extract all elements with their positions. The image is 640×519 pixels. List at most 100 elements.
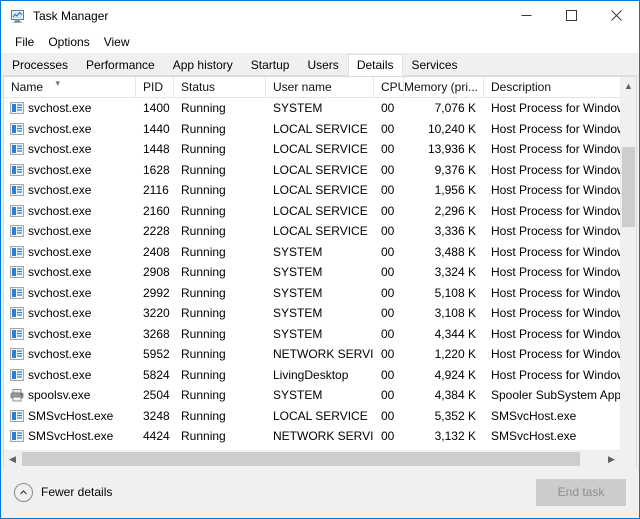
cell-pid: 2504 bbox=[143, 388, 170, 403]
tab-users[interactable]: Users bbox=[298, 54, 348, 75]
cell-description: SMSvcHost.exe bbox=[491, 408, 577, 423]
tab-details[interactable]: Details bbox=[347, 54, 403, 76]
cell-memory: 3,324 K bbox=[434, 265, 476, 280]
cell-status: Running bbox=[181, 121, 226, 136]
horizontal-scrollbar-thumb[interactable] bbox=[22, 452, 580, 466]
table-row[interactable]: svchost.exe 2992 Running SYSTEM 00 5,108 K Hos… bbox=[4, 283, 636, 304]
menu-item-file[interactable]: File bbox=[8, 33, 41, 51]
table-row[interactable]: svchost.exe 3220 Running SYSTEM 00 3,108 K Hos… bbox=[4, 303, 636, 324]
tab-performance[interactable]: Performance bbox=[77, 54, 164, 75]
cell-memory: 5,352 K bbox=[434, 408, 476, 423]
cell-description: Spooler SubSystem App bbox=[491, 388, 622, 403]
vertical-scrollbar[interactable]: ▲ ▼ bbox=[620, 77, 636, 467]
cell-description: Host Process for Windows Serv bbox=[491, 142, 624, 157]
cell-memory: 2,296 K bbox=[434, 203, 476, 218]
cell-memory: 4,924 K bbox=[434, 367, 476, 382]
cell-name: SMSvcHost.exe bbox=[4, 406, 136, 426]
scroll-right-icon[interactable]: ▶ bbox=[603, 451, 620, 467]
cell-cpu: 00 bbox=[381, 265, 395, 280]
table-row[interactable]: svchost.exe 2908 Running SYSTEM 00 3,324 K Hos… bbox=[4, 262, 636, 283]
cell-user-name: SYSTEM bbox=[273, 244, 323, 259]
column-header-pid[interactable]: PID bbox=[136, 77, 174, 97]
window-title: Task Manager bbox=[33, 8, 109, 23]
tab-app-history[interactable]: App history bbox=[163, 54, 242, 75]
cell-status: Running bbox=[181, 142, 226, 157]
cell-memory: 3,132 K bbox=[434, 429, 476, 444]
end-task-button[interactable]: End task bbox=[536, 478, 626, 506]
app-icon bbox=[10, 368, 24, 382]
cell-name: svchost.exe bbox=[4, 303, 136, 323]
column-header-status[interactable]: Status bbox=[174, 77, 266, 97]
cell-name: svchost.exe bbox=[4, 262, 136, 282]
process-name-label: svchost.exe bbox=[28, 224, 92, 239]
cell-pid: 5952 bbox=[143, 347, 170, 362]
cell-status: Running bbox=[181, 285, 226, 300]
horizontal-scrollbar[interactable]: ◀ ▶ bbox=[4, 450, 620, 467]
table-row[interactable]: svchost.exe 2160 Running LOCAL SERVICE 00 2,2… bbox=[4, 201, 636, 222]
menu-item-options[interactable]: Options bbox=[41, 33, 96, 51]
cell-description: Host Process for Windows Serv bbox=[491, 224, 624, 239]
tab-services[interactable]: Services bbox=[402, 54, 467, 75]
cell-user-name: SYSTEM bbox=[273, 265, 323, 280]
minimize-button[interactable] bbox=[504, 1, 549, 30]
table-row[interactable]: svchost.exe 2408 Running SYSTEM 00 3,488 K Hos… bbox=[4, 242, 636, 263]
maximize-button[interactable] bbox=[549, 1, 594, 30]
cell-cpu: 00 bbox=[381, 347, 395, 362]
table-row[interactable]: svchost.exe 1628 Running LOCAL SERVICE 00 9,3… bbox=[4, 160, 636, 181]
tab-startup[interactable]: Startup bbox=[241, 54, 299, 75]
cell-cpu: 00 bbox=[381, 162, 395, 177]
cell-status: Running bbox=[181, 224, 226, 239]
table-row[interactable]: svchost.exe 1448 Running LOCAL SERVICE 00 13,… bbox=[4, 139, 636, 160]
process-name-label: SMSvcHost.exe bbox=[28, 429, 114, 444]
cell-cpu: 00 bbox=[381, 121, 395, 136]
table-row[interactable]: svchost.exe 1440 Running LOCAL SERVICE 00 10,… bbox=[4, 119, 636, 140]
cell-memory: 13,936 K bbox=[427, 142, 476, 157]
table-row[interactable]: svchost.exe 5824 Running LivingDesktop 00 4,9… bbox=[4, 365, 636, 386]
app-icon bbox=[10, 286, 24, 300]
column-header-user-name[interactable]: User name bbox=[266, 77, 374, 97]
app-icon bbox=[10, 183, 24, 197]
cell-name: svchost.exe bbox=[4, 242, 136, 262]
tab-processes[interactable]: Processes bbox=[3, 54, 78, 75]
cell-memory: 7,076 K bbox=[434, 101, 476, 116]
table-row[interactable]: svchost.exe 2116 Running LOCAL SERVICE 00 1,9… bbox=[4, 180, 636, 201]
cell-name: svchost.exe bbox=[4, 119, 136, 139]
cell-user-name: SYSTEM bbox=[273, 306, 323, 321]
table-row[interactable]: svchost.exe 3268 Running SYSTEM 00 4,344 K Hos… bbox=[4, 324, 636, 345]
table-row[interactable]: SMSvcHost.exe 3248 Running LOCAL SERVICE 00 5… bbox=[4, 406, 636, 427]
scroll-left-icon[interactable]: ◀ bbox=[4, 451, 21, 467]
cell-pid: 2408 bbox=[143, 244, 170, 259]
cell-pid: 1440 bbox=[143, 121, 170, 136]
cell-cpu: 00 bbox=[381, 367, 395, 382]
menu-bar: File Options View bbox=[1, 31, 639, 53]
column-header-memory[interactable]: Memory (pri... bbox=[404, 77, 484, 97]
cell-user-name: SYSTEM bbox=[273, 388, 323, 403]
table-row[interactable]: svchost.exe 2228 Running LOCAL SERVICE 00 3,3… bbox=[4, 221, 636, 242]
column-header-description[interactable]: Description bbox=[484, 77, 624, 97]
title-bar: Task Manager bbox=[1, 1, 639, 31]
cell-description: Host Process for Windows Serv bbox=[491, 265, 624, 280]
table-row[interactable]: spoolsv.exe 2504 Running SYSTEM 00 4,384 K Spo… bbox=[4, 385, 636, 406]
column-header-cpu[interactable]: CPU bbox=[374, 77, 404, 97]
cell-status: Running bbox=[181, 183, 226, 198]
column-header-name[interactable]: ▾ Name bbox=[4, 77, 136, 97]
task-manager-window: Task Manager File Options View Processes… bbox=[0, 0, 640, 519]
table-row[interactable]: svchost.exe 5952 Running NETWORK SERVICE 00 1… bbox=[4, 344, 636, 365]
scroll-up-icon[interactable]: ▲ bbox=[621, 77, 636, 94]
cell-name: svchost.exe bbox=[4, 139, 136, 159]
vertical-scrollbar-thumb[interactable] bbox=[622, 147, 635, 227]
cell-cpu: 00 bbox=[381, 429, 395, 444]
printer-icon bbox=[10, 388, 24, 402]
cell-pid: 1400 bbox=[143, 101, 170, 116]
app-icon bbox=[10, 122, 24, 136]
cell-description: Host Process for Windows Serv bbox=[491, 244, 624, 259]
cell-memory: 1,956 K bbox=[434, 183, 476, 198]
cell-name: svchost.exe bbox=[4, 283, 136, 303]
table-row[interactable]: SMSvcHost.exe 4424 Running NETWORK SERVICE 0… bbox=[4, 426, 636, 447]
table-row[interactable]: svchost.exe 1400 Running SYSTEM 00 7,076 K Hos… bbox=[4, 98, 636, 119]
fewer-details-button[interactable]: Fewer details bbox=[14, 482, 112, 502]
menu-item-view[interactable]: View bbox=[97, 33, 137, 51]
close-button[interactable] bbox=[594, 1, 639, 30]
cell-user-name: LOCAL SERVICE bbox=[273, 408, 368, 423]
process-name-label: svchost.exe bbox=[28, 285, 92, 300]
